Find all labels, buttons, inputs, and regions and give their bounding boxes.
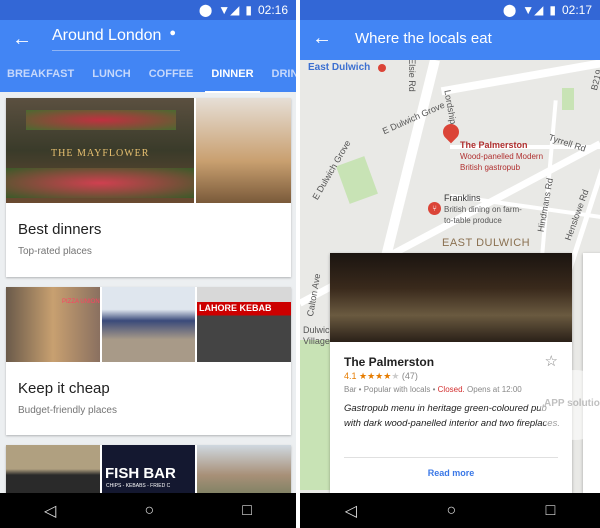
collection-card-best-dinners[interactable]: THE MAYFLOWER Best dinners Top-rated pla… [6,98,291,277]
clock: 02:17 [561,3,592,17]
collection-card-keep-it-cheap[interactable]: PIZZA UNION LAHORE KEBAB Keep it cheap B… [6,287,291,435]
tab-dinner[interactable]: DINNER [205,65,260,93]
location-pin-icon: ● [169,27,176,39]
card-photo [102,287,195,362]
open-status: Closed. [437,385,465,394]
recents-nav-icon[interactable]: □ [242,502,252,520]
place-card[interactable]: The Palmerston ☆ 4.1 ★★★★★ (47) Bar • Po… [330,253,572,493]
pin-desc: British dining on farm-to-table produce [444,205,522,225]
map-pin-icon[interactable] [439,120,463,144]
card-photo: THE MAYFLOWER [6,98,194,203]
photo-sign: THE MAYFLOWER [51,148,150,159]
station-icon [378,64,386,72]
star-rating-icon: ★★★★ [359,371,392,381]
map-label-station: East Dulwich [306,62,373,73]
card-subtitle: Budget-friendly places [18,405,117,416]
map-label: Lordship [442,89,459,125]
photo-sign: CHIPS - KEBABS - FRIED C [106,483,171,489]
road [440,60,600,96]
map[interactable]: East Dulwich Elsie Rd E Dulwich Grove E … [300,60,600,493]
card-subtitle: Top-rated places [18,246,92,257]
pin-label-franklins[interactable]: Franklins British dining on farm-to-tabl… [444,193,526,226]
divider [344,457,558,458]
clock: 02:16 [257,3,288,17]
home-nav-icon[interactable]: ○ [144,502,154,520]
location-selector[interactable]: Around London ● [52,27,180,51]
back-arrow-icon[interactable]: ← [12,28,32,51]
star-empty-icon: ★ [391,371,400,381]
nav-bar: ◁ ○ □ [0,493,296,528]
map-label: Dulwich Village [303,325,331,346]
tab-lunch[interactable]: LUNCH [92,65,131,92]
map-label: B219 [588,68,600,92]
pin-name: Franklins [444,193,481,203]
category: Bar [344,385,357,394]
wifi-icon: ▼◢ [218,3,240,17]
back-nav-icon[interactable]: ◁ [44,501,56,521]
recents-nav-icon[interactable]: □ [546,502,556,520]
place-name: The Palmerston [344,355,435,369]
map-label: EAST DULWICH [442,237,531,249]
toolbar-title: Around London [52,27,162,44]
place-photo [330,253,572,342]
star-outline-icon[interactable]: ☆ [545,352,558,370]
location-icon: ⬤ [502,3,517,17]
back-nav-icon[interactable]: ◁ [345,501,357,521]
battery-icon: ▮ [549,3,556,17]
card-title: Best dinners [18,221,102,238]
hours: Opens at 12:00 [467,385,522,394]
flower-boxes [6,168,194,198]
tab-drinks[interactable]: DRINKS [272,65,296,92]
tag: Popular with locals [363,385,431,394]
photo-sign: FISH BAR [105,465,176,482]
meta-row: Bar • Popular with locals • Closed. Open… [344,385,522,394]
status-bar: ⬤ ▼◢ ▮ 02:16 [0,0,296,20]
meal-tabs: BREAKFAST LUNCH COFFEE DINNER DRINKS [0,65,296,93]
card-photo [196,98,291,203]
toolbar: ← Around London ● BREAKFAST LUNCH COFFEE… [0,20,296,93]
back-arrow-icon[interactable]: ← [312,27,332,50]
wifi-icon: ▼◢ [522,3,544,17]
rating-value: 4.1 [344,371,357,381]
rating-row: 4.1 ★★★★★ (47) [344,371,418,382]
park [336,156,378,204]
toolbar-title: Where the locals eat [355,30,492,47]
map-label: Tyrrell Rd [547,132,588,154]
place-description: Gastropub menu in heritage green-coloure… [344,403,560,429]
read-more-link[interactable]: Read more [330,468,572,478]
flower-baskets [26,110,176,130]
map-label: Elsie Rd [406,60,417,92]
nav-bar: ◁ ○ □ [300,493,600,528]
photo-sign: LAHORE KEBAB [199,303,272,313]
map-label: Hindmans Rd [535,177,555,233]
tab-coffee[interactable]: COFFEE [149,65,194,92]
restaurant-icon[interactable]: ⑂ [428,202,441,215]
home-nav-icon[interactable]: ○ [446,502,456,520]
park [562,88,574,110]
pin-name: The Palmerston [460,140,528,150]
card-photo: LAHORE KEBAB [197,287,291,362]
card-title: Keep it cheap [18,380,110,397]
right-phone: East Dulwich Elsie Rd E Dulwich Grove E … [300,0,600,528]
status-bar: ⬤ ▼◢ ▮ 02:17 [300,0,600,20]
left-phone: ⬤ ▼◢ ▮ 02:16 ← Around London ● BREAKFAST… [0,0,296,528]
pin-desc: Wood-panelled Modern British gastropub [460,152,544,172]
location-icon: ⬤ [198,3,213,17]
tab-breakfast[interactable]: BREAKFAST [7,65,74,92]
review-count: (47) [401,371,418,381]
toolbar: ← Where the locals eat [300,20,600,60]
card-photo: PIZZA UNION [6,287,100,362]
photo-sign: PIZZA UNION [62,299,100,305]
battery-icon: ▮ [245,3,252,17]
pin-label-palmerston[interactable]: The Palmerston Wood-panelled Modern Brit… [460,140,550,173]
